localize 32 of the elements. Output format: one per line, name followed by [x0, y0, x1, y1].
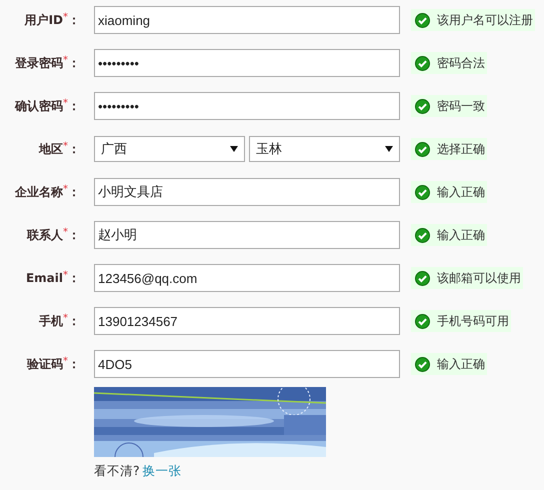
validation-message: 该用户名可以注册 — [411, 9, 535, 31]
validation-message: 该邮箱可以使用 — [411, 267, 523, 289]
password-field[interactable]: ••••••••• — [94, 49, 400, 77]
captcha-hint: 看不清? — [94, 463, 140, 480]
field-label: 手机*： — [39, 312, 80, 330]
caret-icon — [385, 146, 393, 152]
field-label: 地区*： — [39, 140, 80, 158]
validation-message: 密码合法 — [411, 52, 487, 74]
validation-message: 密码一致 — [411, 95, 487, 117]
field-label: 联系人*： — [27, 226, 80, 244]
validation-message: 选择正确 — [411, 138, 487, 160]
input-field[interactable]: 123456@qq.com — [94, 264, 400, 292]
validation-message: 输入正确 — [411, 353, 487, 375]
input-field[interactable]: 4DO5 — [94, 350, 400, 378]
password-field[interactable]: ••••••••• — [94, 92, 400, 120]
field-label: Email*： — [26, 270, 80, 286]
validation-message: 手机号码可用 — [411, 310, 511, 332]
field-label: 确认密码*： — [15, 98, 80, 114]
validation-message: 输入正确 — [411, 181, 487, 203]
input-field[interactable]: 赵小明 — [94, 221, 400, 249]
caret-icon — [230, 146, 238, 152]
input-field[interactable]: 13901234567 — [94, 307, 400, 335]
field-label: 企业名称*： — [15, 184, 80, 200]
field-label: 用户ID*： — [24, 12, 80, 28]
input-field[interactable]: xiaoming — [94, 6, 400, 34]
field-label: 验证码*： — [27, 356, 80, 372]
validation-message: 输入正确 — [411, 224, 487, 246]
dropdown[interactable]: 玉林 — [249, 136, 400, 162]
input-field[interactable]: 小明文具店 — [94, 178, 400, 206]
refresh-link[interactable]: 换一张 — [142, 463, 182, 480]
field-label: 登录密码*： — [15, 54, 80, 72]
dropdown[interactable]: 广西 — [94, 136, 245, 162]
